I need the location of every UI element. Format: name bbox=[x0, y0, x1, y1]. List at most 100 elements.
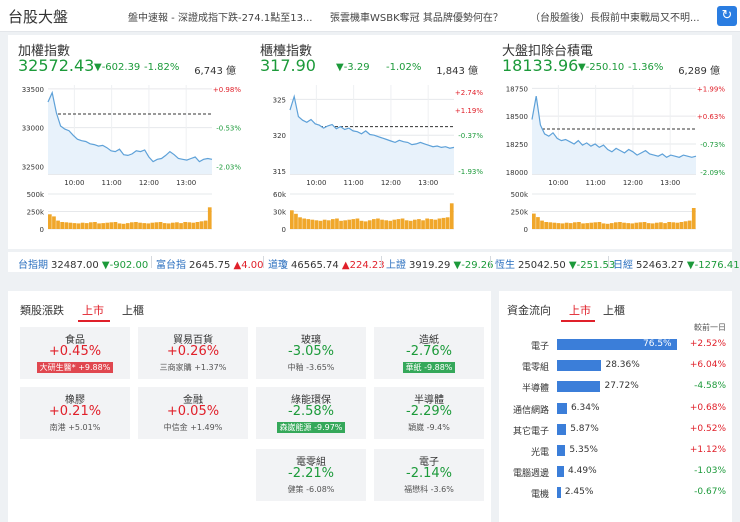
news-ticker-3[interactable]: （台股盤後）長假前中東戰局又不明... bbox=[530, 9, 700, 24]
flow-row[interactable]: 光電 5.35% +1.12% bbox=[499, 442, 732, 460]
volume-bar bbox=[310, 219, 315, 229]
top-stock-badge[interactable]: 華紙 -9.88% bbox=[402, 362, 456, 373]
sector-performance: 類股漲跌 上市 上櫃 食品 +0.45% 大研生醫* +9.88% 貿易百貨 +0.26… bbox=[8, 291, 491, 522]
tab-active-indicator bbox=[561, 320, 595, 322]
index-volume: 1,843 億 bbox=[436, 66, 478, 77]
flow-row[interactable]: 其它電子 5.87% +0.52% bbox=[499, 421, 732, 439]
flow-change: +0.52% bbox=[689, 423, 726, 434]
flow-unit-label: 較前一日 bbox=[694, 323, 726, 332]
sector-card[interactable]: 電子 -2.14% 福懋科 -3.6% bbox=[374, 449, 484, 501]
volume-bar bbox=[138, 222, 142, 229]
volume-bar bbox=[56, 220, 60, 229]
flow-bar bbox=[557, 487, 561, 499]
y-tick-label: 33500 bbox=[22, 86, 44, 94]
volume-bar bbox=[134, 222, 138, 229]
sector-card[interactable]: 貿易百貨 +0.26% 三商家購 +1.37% bbox=[138, 327, 248, 379]
sector-card[interactable]: 造紙 -2.76% 華紙 -9.88% bbox=[374, 327, 484, 379]
tab-otc[interactable]: 上櫃 bbox=[122, 302, 144, 318]
strip-item-hangseng[interactable]: 恆生 25042.50 ▼-251.53 bbox=[495, 256, 615, 271]
strip-item-futures[interactable]: 台指期 32487.00 ▼-902.00 bbox=[18, 256, 148, 271]
top-stock[interactable]: 中信金 +1.49% bbox=[164, 423, 223, 432]
flow-sector-name: 電子 bbox=[530, 342, 549, 352]
sector-card[interactable]: 綠能環保 -2.58% 森崴能源 -9.97% bbox=[256, 387, 366, 439]
flow-row[interactable]: 電機 2.45% -0.67% bbox=[499, 484, 732, 502]
volume-bar bbox=[392, 219, 397, 229]
x-tick-label: 12:00 bbox=[381, 179, 401, 187]
volume-bar bbox=[577, 222, 581, 229]
intraday-chart-otc: 325 320 315 +2.74% +1.19% -0.37% -1.93% 10:00 11… bbox=[273, 85, 483, 234]
sector-card[interactable]: 金融 +0.05% 中信金 +1.49% bbox=[138, 387, 248, 439]
volume-bar bbox=[207, 207, 212, 229]
sector-percent: +0.45% bbox=[48, 344, 102, 359]
flow-row[interactable]: 半導體 27.72% -4.58% bbox=[499, 378, 732, 396]
flow-bar bbox=[557, 402, 567, 414]
volume-tick-label: 0 bbox=[524, 226, 528, 234]
sector-percent: +0.21% bbox=[48, 404, 102, 419]
volume-bar bbox=[445, 217, 450, 229]
volume-bar bbox=[413, 219, 417, 229]
index-change: ▼-602.39 bbox=[94, 62, 141, 73]
sector-card[interactable]: 玻璃 -3.05% 中釉 -3.65% bbox=[256, 327, 366, 379]
top-bar: 台股大盤 盤中速報 - 深證成指下跌-274.1點至13... 張雲機車WSBK… bbox=[0, 0, 740, 32]
top-stock[interactable]: 南港 +5.01% bbox=[50, 423, 101, 432]
index-change: ▼-3.29 bbox=[336, 62, 370, 73]
tab-otc[interactable]: 上櫃 bbox=[603, 302, 625, 318]
intraday-chart-taiex: 33500 33000 32500 +0.98% -0.53% -2.03% 10:00 11… bbox=[22, 85, 241, 234]
top-stock[interactable]: 福懋科 -3.6% bbox=[404, 485, 454, 494]
top-stock[interactable]: 穎崴 -9.4% bbox=[408, 423, 450, 432]
volume-bar bbox=[400, 218, 405, 229]
index-panel-taiex[interactable]: 加權指數 32572.43 ▼-602.39 -1.82% 6,743 億 33… bbox=[8, 35, 248, 249]
volume-bar bbox=[449, 203, 454, 229]
sector-card[interactable]: 半導體 -2.29% 穎崴 -9.4% bbox=[374, 387, 484, 439]
volume-bar bbox=[626, 223, 630, 230]
flow-row[interactable]: 電子 76.5% +2.52% bbox=[499, 336, 732, 354]
refresh-button[interactable]: ↻ bbox=[717, 6, 737, 26]
volume-bar bbox=[556, 223, 561, 230]
index-panel-ex-tsmc[interactable]: 大盤扣除台積電 18133.96 ▼-250.10 -1.36% 6,289 億… bbox=[492, 35, 732, 249]
top-stock-badge[interactable]: 大研生醫* +9.88% bbox=[36, 362, 114, 373]
tab-listed[interactable]: 上市 bbox=[82, 302, 104, 318]
top-stock[interactable]: 三商家購 +1.37% bbox=[160, 363, 227, 372]
refresh-icon: ↻ bbox=[721, 8, 733, 23]
flow-sector-name: 電機 bbox=[530, 490, 549, 501]
news-ticker-1[interactable]: 盤中速報 - 深證成指下跌-274.1點至13... bbox=[128, 9, 312, 24]
flow-row[interactable]: 通信網路 6.34% +0.68% bbox=[499, 400, 732, 418]
tab-listed[interactable]: 上市 bbox=[569, 302, 591, 318]
volume-bar bbox=[290, 210, 294, 229]
volume-bar bbox=[162, 223, 167, 230]
volume-bar bbox=[437, 218, 442, 229]
strip-item-msci[interactable]: 富台指 2645.75 ▲4.00 bbox=[156, 256, 264, 271]
flow-sector-name: 電零組 bbox=[521, 363, 549, 374]
volume-bar bbox=[605, 223, 610, 230]
volume-bar bbox=[298, 217, 302, 229]
volume-bar bbox=[408, 220, 413, 229]
sector-card[interactable]: 食品 +0.45% 大研生醫* +9.88% bbox=[20, 327, 130, 379]
y-tick-label: 18000 bbox=[506, 169, 528, 177]
top-stock[interactable]: 健策 -6.08% bbox=[288, 485, 335, 494]
top-stock-badge[interactable]: 森崴能源 -9.97% bbox=[276, 422, 346, 433]
flow-row[interactable]: 電腦週邊 4.49% -1.03% bbox=[499, 463, 732, 481]
volume-bar bbox=[421, 220, 425, 230]
news-ticker-2[interactable]: 張雲機車WSBK奪冠 其品牌優勢何在？ bbox=[330, 9, 503, 24]
flow-row[interactable]: 電零組 28.36% +6.04% bbox=[499, 357, 732, 375]
sector-card[interactable]: 橡膠 +0.21% 南港 +5.01% bbox=[20, 387, 130, 439]
volume-bar bbox=[564, 222, 569, 229]
volume-bar bbox=[618, 222, 622, 229]
volume-bar bbox=[544, 222, 548, 229]
volume-bars bbox=[290, 203, 454, 230]
volume-bar bbox=[667, 222, 671, 229]
strip-item-shanghai[interactable]: 上證 3919.29 ▼-29.26 bbox=[386, 256, 493, 271]
strip-item-dow[interactable]: 道瓊 46565.74 ▲224.23 bbox=[268, 256, 385, 271]
sector-card[interactable]: 電零組 -2.21% 健策 -6.08% bbox=[256, 449, 366, 501]
sector-percent: -2.29% bbox=[406, 404, 452, 419]
volume-bar bbox=[634, 222, 639, 229]
market-ticker-strip: 台指期 32487.00 ▼-902.00 富台指 2645.75 ▲4.00 道瓊… bbox=[8, 252, 740, 272]
top-stock[interactable]: 中釉 -3.65% bbox=[288, 363, 335, 372]
flow-percent: 28.36% bbox=[605, 360, 640, 371]
volume-bar bbox=[351, 219, 356, 229]
percent-tick-label: +0.98% bbox=[213, 86, 241, 94]
y-tick-label: 18750 bbox=[506, 85, 528, 93]
sector-percent: -2.14% bbox=[406, 466, 452, 481]
index-panel-otc[interactable]: 櫃檯指數 317.90 ▼-3.29 -1.02% 1,843 億 325 320… bbox=[250, 35, 490, 249]
strip-item-nikkei[interactable]: 日經 52463.27 ▼-1276.41 bbox=[613, 256, 740, 271]
